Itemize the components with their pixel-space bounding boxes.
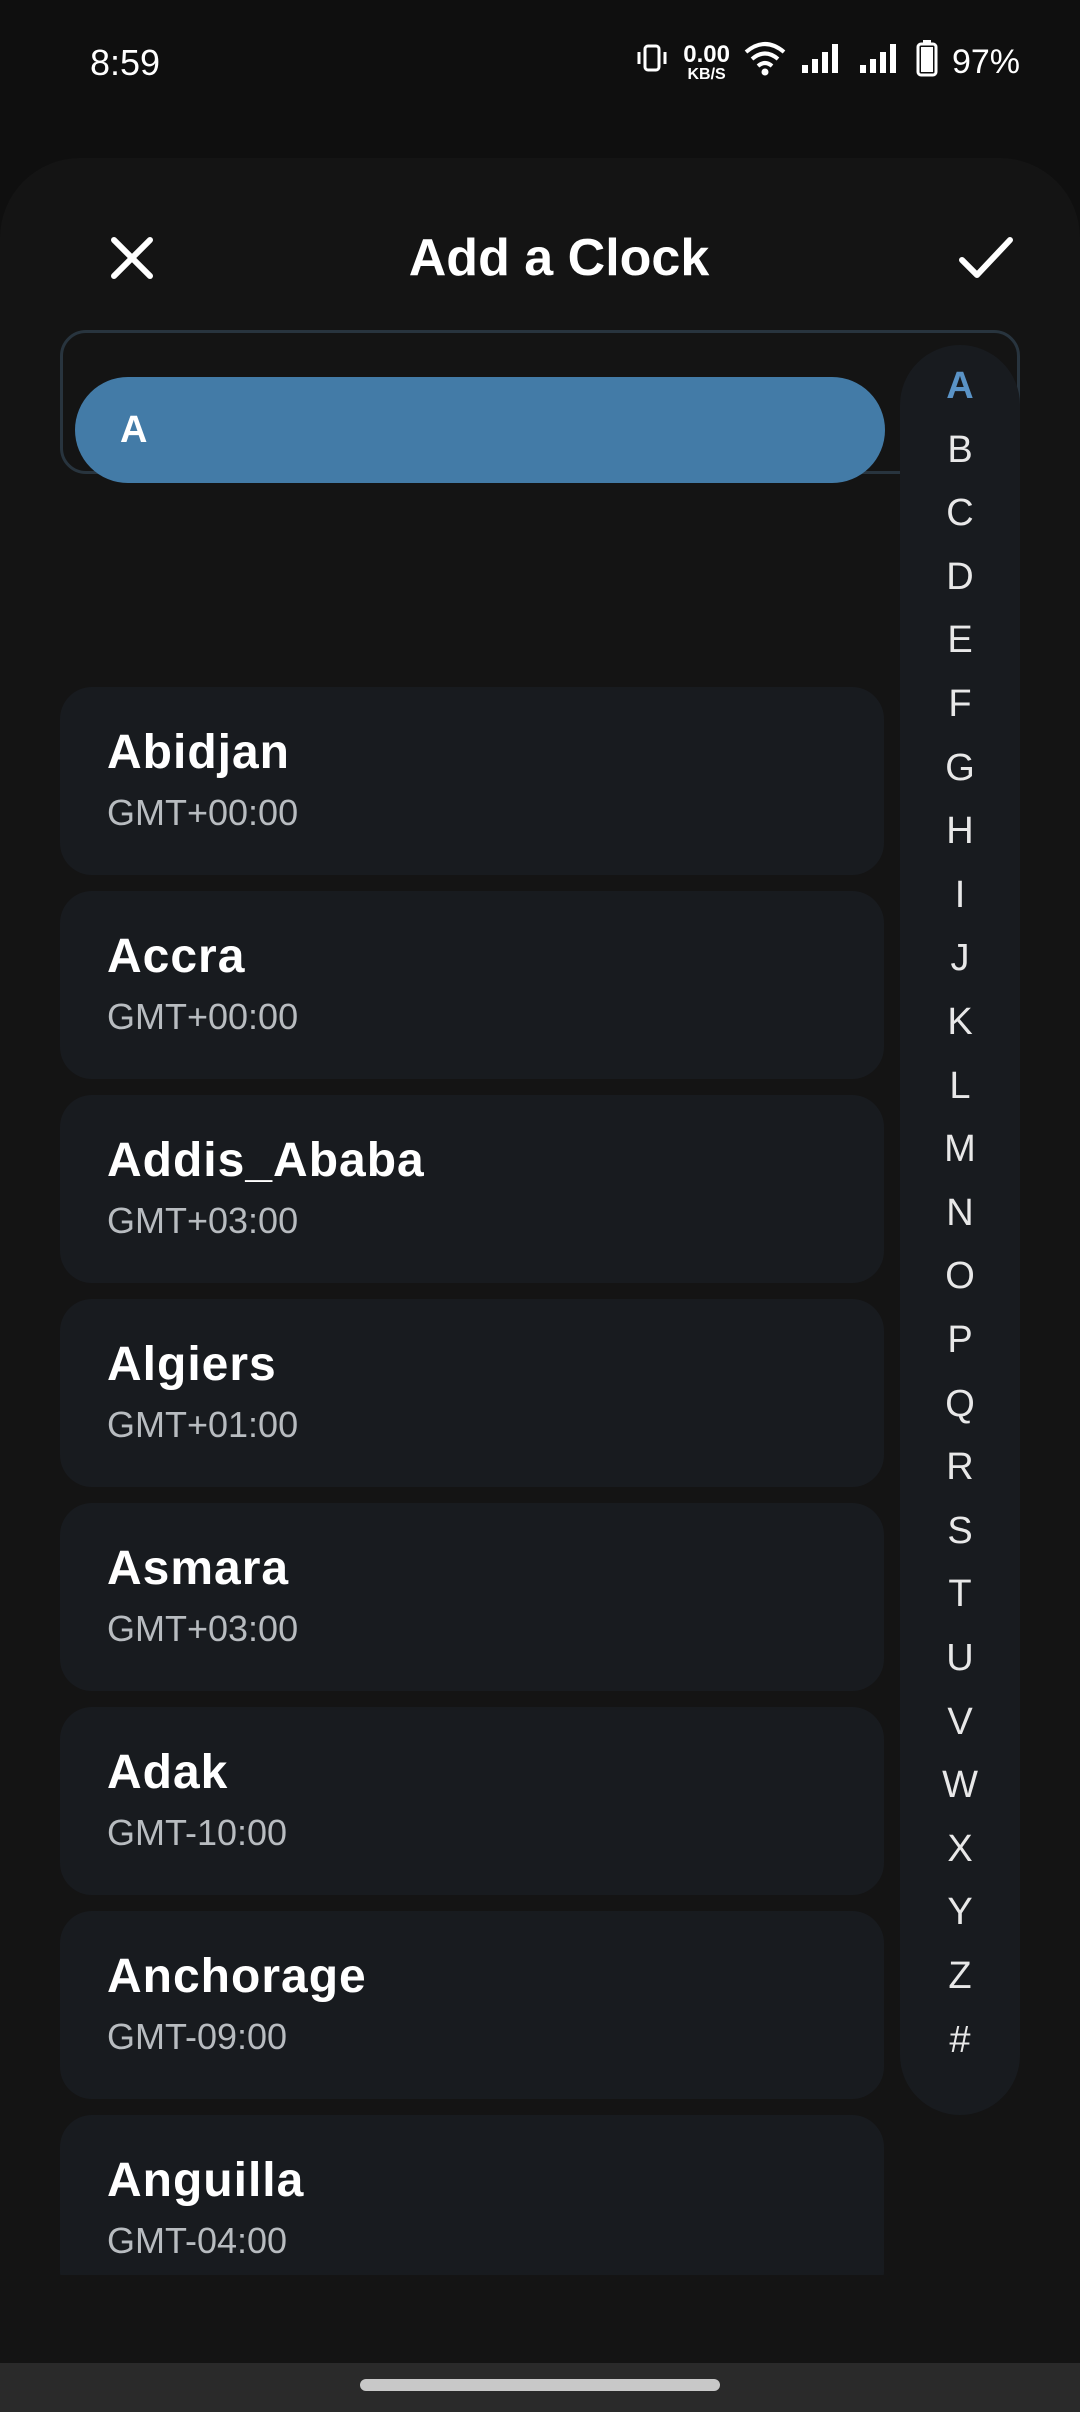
city-name: Addis_Ababa — [107, 1134, 425, 1187]
header: Add a Clock — [0, 208, 1080, 308]
section-header: A — [75, 377, 885, 483]
wifi-icon — [744, 40, 786, 85]
index-letter-n[interactable]: N — [900, 1192, 1020, 1235]
index-letter-a[interactable]: A — [900, 365, 1020, 408]
index-letter-c[interactable]: C — [900, 492, 1020, 535]
index-letter-s[interactable]: S — [900, 1510, 1020, 1553]
index-letter-i[interactable]: I — [900, 874, 1020, 917]
city-name: Abidjan — [107, 726, 290, 779]
city-item[interactable]: Asmara GMT+03:00 — [60, 1503, 884, 1691]
city-timezone: GMT-10:00 — [107, 1812, 288, 1853]
battery-percent: 97% — [951, 43, 1020, 81]
index-letter-z[interactable]: Z — [900, 1955, 1020, 1998]
city-timezone: GMT+00:00 — [107, 792, 299, 833]
index-letter-g[interactable]: G — [900, 747, 1020, 790]
index-letter-f[interactable]: F — [900, 683, 1020, 726]
city-name: Anguilla — [107, 2154, 305, 2207]
index-letter-e[interactable]: E — [900, 619, 1020, 662]
index-letter-h[interactable]: H — [900, 810, 1020, 853]
navigation-bar — [0, 2363, 1080, 2412]
index-letter-w[interactable]: W — [900, 1764, 1020, 1807]
net-speed-value: 0.00 — [683, 40, 730, 68]
index-letter-m[interactable]: M — [900, 1128, 1020, 1171]
city-item[interactable]: Abidjan GMT+00:00 — [60, 687, 884, 875]
vibrate-icon — [635, 41, 669, 84]
city-timezone: GMT+01:00 — [107, 1404, 299, 1445]
city-list[interactable]: A Abidjan GMT+00:00 Accra GMT+00:00 Addi… — [60, 345, 886, 2275]
index-letter-hash[interactable]: # — [900, 2019, 1020, 2062]
confirm-button[interactable] — [954, 226, 1018, 290]
city-item[interactable]: Accra GMT+00:00 — [60, 891, 884, 1079]
index-letter-j[interactable]: J — [900, 937, 1020, 980]
check-icon — [959, 237, 1013, 278]
alphabet-index[interactable]: A B C D E F G H I J K L M N O P Q R S T U V W X Y Z # — [900, 345, 1020, 2115]
city-timezone: GMT+03:00 — [107, 1200, 299, 1241]
close-button[interactable] — [100, 226, 164, 290]
city-item[interactable]: Anguilla GMT-04:00 — [60, 2115, 884, 2275]
home-handle[interactable] — [360, 2379, 720, 2391]
index-letter-k[interactable]: K — [900, 1001, 1020, 1044]
index-letter-x[interactable]: X — [900, 1828, 1020, 1871]
city-name: Anchorage — [107, 1950, 367, 2003]
city-name: Algiers — [107, 1338, 277, 1391]
status-time: 8:59 — [90, 41, 161, 83]
city-item[interactable]: Anchorage GMT-09:00 — [60, 1911, 884, 2099]
status-icons: 0.00 KB/S 97% — [635, 39, 1020, 86]
index-letter-b[interactable]: B — [900, 429, 1020, 472]
index-letter-r[interactable]: R — [900, 1446, 1020, 1489]
index-letter-l[interactable]: L — [900, 1065, 1020, 1108]
city-timezone: GMT-04:00 — [107, 2220, 288, 2261]
city-item[interactable]: Algiers GMT+01:00 — [60, 1299, 884, 1487]
index-letter-t[interactable]: T — [900, 1573, 1020, 1616]
net-speed: 0.00 KB/S — [683, 40, 730, 83]
city-name: Asmara — [107, 1542, 290, 1595]
battery-icon — [916, 39, 938, 86]
status-bar: 8:59 0.00 KB/S 97% — [0, 0, 1080, 125]
page-title: Add a Clock — [408, 229, 710, 287]
city-item[interactable]: Adak GMT-10:00 — [60, 1707, 884, 1895]
city-name: Adak — [107, 1746, 229, 1799]
index-letter-o[interactable]: O — [900, 1255, 1020, 1298]
index-letter-q[interactable]: Q — [900, 1383, 1020, 1426]
index-letter-p[interactable]: P — [900, 1319, 1020, 1362]
net-speed-unit: KB/S — [687, 65, 726, 83]
city-name: Accra — [107, 930, 246, 983]
city-timezone: GMT+00:00 — [107, 996, 299, 1037]
close-icon — [111, 237, 153, 279]
signal-icon — [800, 41, 844, 84]
city-timezone: GMT-09:00 — [107, 2016, 288, 2057]
index-letter-y[interactable]: Y — [900, 1891, 1020, 1934]
index-letter-v[interactable]: V — [900, 1701, 1020, 1744]
city-item[interactable]: Addis_Ababa GMT+03:00 — [60, 1095, 884, 1283]
signal-icon-2 — [858, 41, 902, 84]
city-timezone: GMT+03:00 — [107, 1608, 299, 1649]
index-letter-u[interactable]: U — [900, 1637, 1020, 1680]
index-letter-d[interactable]: D — [900, 556, 1020, 599]
